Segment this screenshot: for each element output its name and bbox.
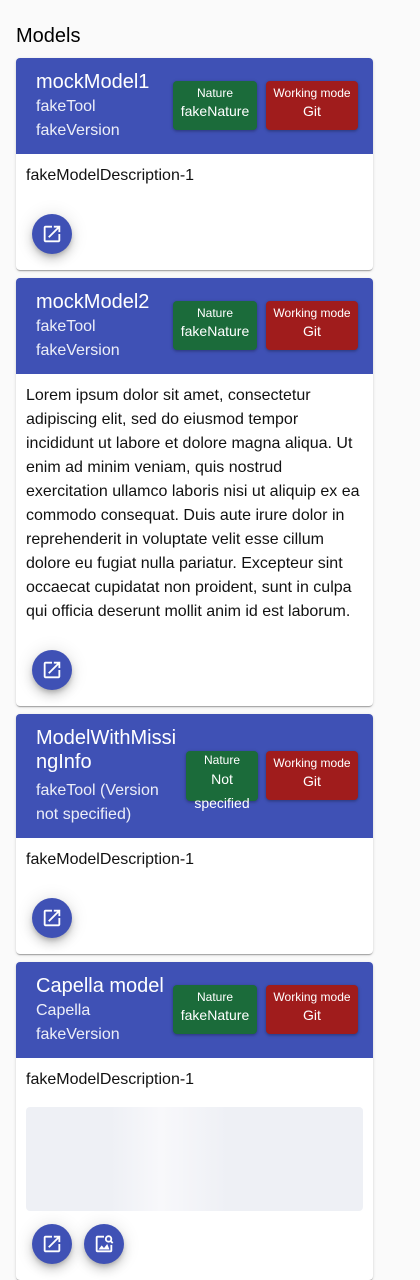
- image-search-icon: [95, 1235, 114, 1253]
- model-card-header[interactable]: ModelWithMissingInfo fakeTool (Version n…: [16, 714, 373, 838]
- model-tool: fakeTool: [36, 318, 96, 335]
- model-tool-version: fakeTool (Version not specified): [36, 782, 159, 823]
- open-model-button[interactable]: [32, 650, 72, 690]
- model-version: fakeVersion: [36, 342, 120, 359]
- diagram-preview-skeleton: [26, 1107, 363, 1211]
- working-mode-value: Git: [303, 323, 321, 339]
- model-card: ModelWithMissingInfo fakeTool (Version n…: [16, 714, 373, 954]
- nature-caption: Nature: [196, 86, 234, 100]
- model-card-header[interactable]: mockModel2 fakeTool fakeVersion Nature f…: [16, 278, 373, 374]
- model-tool: Capella: [36, 1002, 91, 1019]
- nature-chip: Nature fakeNature: [173, 985, 257, 1034]
- model-card: Capella model Capella fakeVersion Nature…: [16, 962, 373, 1280]
- model-card: mockModel1 fakeTool fakeVersion Nature f…: [16, 58, 373, 270]
- working-mode-chip: Working mode Git: [266, 301, 358, 350]
- nature-caption: Nature: [196, 306, 234, 320]
- models-page: Models mockModel1 fakeTool fakeVersion N…: [0, 0, 420, 1280]
- open-model-button[interactable]: [32, 898, 72, 938]
- model-card-header[interactable]: mockModel1 fakeTool fakeVersion Nature f…: [16, 58, 373, 154]
- model-name: ModelWithMissingInfo: [36, 727, 177, 773]
- open-in-new-icon: [43, 661, 61, 679]
- working-mode-chip: Working mode Git: [266, 985, 358, 1034]
- model-name: Capella model: [36, 975, 164, 997]
- nature-value: fakeNature: [180, 1007, 250, 1023]
- open-model-button[interactable]: [32, 1224, 72, 1264]
- working-mode-caption: Working mode: [273, 990, 351, 1004]
- working-mode-chip: Working mode Git: [266, 81, 358, 130]
- nature-chip: Nature fakeNature: [173, 301, 257, 350]
- working-mode-chip: Working mode Git: [266, 751, 358, 800]
- view-diagrams-button[interactable]: [84, 1224, 124, 1264]
- nature-chip: Nature Not specified: [186, 751, 258, 811]
- working-mode-caption: Working mode: [273, 86, 351, 100]
- open-in-new-icon: [43, 1235, 61, 1253]
- section-title: Models: [16, 25, 81, 47]
- model-tool: fakeTool: [36, 98, 96, 115]
- model-version: fakeVersion: [36, 122, 120, 139]
- model-version: fakeVersion: [36, 1026, 120, 1043]
- model-card: mockModel2 fakeTool fakeVersion Nature f…: [16, 278, 373, 706]
- nature-value: Not specified: [194, 771, 250, 811]
- working-mode-value: Git: [303, 1007, 321, 1023]
- nature-caption: Nature: [196, 990, 234, 1004]
- working-mode-caption: Working mode: [273, 756, 351, 770]
- nature-value: fakeNature: [180, 323, 250, 339]
- model-card-header[interactable]: Capella model Capella fakeVersion Nature…: [16, 962, 373, 1058]
- open-in-new-icon: [43, 909, 61, 927]
- working-mode-caption: Working mode: [273, 306, 351, 320]
- model-description: fakeModelDescription-1: [26, 167, 195, 184]
- model-name: mockModel1: [36, 71, 150, 93]
- nature-value: fakeNature: [180, 103, 250, 119]
- model-description: Lorem ipsum dolor sit amet, consectetur …: [26, 387, 360, 620]
- model-description: fakeModelDescription-1: [26, 851, 195, 868]
- working-mode-value: Git: [303, 773, 321, 789]
- open-model-button[interactable]: [32, 214, 72, 254]
- working-mode-value: Git: [303, 103, 321, 119]
- nature-caption: Nature: [203, 753, 241, 767]
- model-description: fakeModelDescription-1: [26, 1071, 195, 1088]
- model-name: mockModel2: [36, 291, 150, 313]
- open-in-new-icon: [43, 225, 61, 243]
- nature-chip: Nature fakeNature: [173, 81, 257, 130]
